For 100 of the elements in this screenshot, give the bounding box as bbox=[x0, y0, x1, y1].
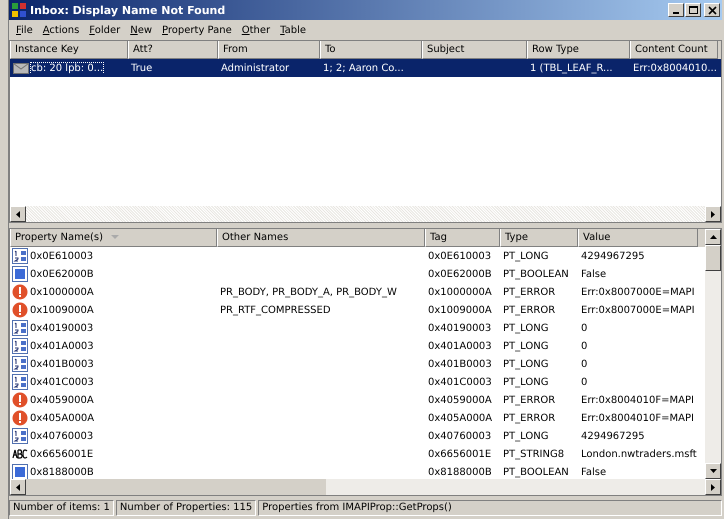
table-cell: False bbox=[581, 466, 606, 478]
right-arrow-icon[interactable] bbox=[711, 484, 715, 490]
table-cell: 0x4059000A bbox=[428, 394, 492, 406]
error-icon bbox=[12, 410, 28, 426]
status-text: Properties from IMAPIProp::GetProps() bbox=[258, 500, 722, 516]
maximize-button[interactable] bbox=[685, 3, 701, 17]
menu-item[interactable]: Other bbox=[236, 24, 276, 36]
app-icon bbox=[11, 2, 27, 18]
table-cell: 0x1000000A bbox=[30, 286, 94, 298]
table-cell: 0x401B0003 bbox=[30, 358, 94, 370]
table-cell: PT_LONG bbox=[503, 250, 548, 262]
table-cell: 0x8188000B bbox=[428, 466, 492, 478]
table-cell: PT_LONG bbox=[503, 430, 548, 442]
table-cell: 0 bbox=[581, 376, 588, 388]
error-icon bbox=[12, 284, 28, 300]
table-cell: PR_RTF_COMPRESSED bbox=[220, 304, 331, 316]
table-cell: 4294967295 bbox=[581, 250, 645, 262]
menu-item[interactable]: Actions bbox=[38, 24, 84, 36]
table-cell: PT_ERROR bbox=[503, 412, 556, 424]
table-cell: 0x1000000A bbox=[428, 286, 492, 298]
table-cell: 0x405A000A bbox=[30, 412, 94, 424]
square-icon bbox=[12, 464, 28, 479]
table-cell: 0x8188000B bbox=[30, 466, 94, 478]
table-cell: 1 (TBL_LEAF_R... bbox=[530, 62, 613, 74]
column-header[interactable]: Tag bbox=[425, 229, 500, 247]
message-row[interactable]: cb: 20 lpb: 0... True Administrator 1; 2; Aaron Co... 1 (TBL_LEAF_R... Err:0x8004010... bbox=[10, 59, 721, 77]
maximize-icon bbox=[688, 6, 698, 14]
table-cell: PR_BODY, PR_BODY_A, PR_BODY_W bbox=[220, 286, 397, 298]
table-cell: PT_ERROR bbox=[503, 286, 556, 298]
close-button[interactable] bbox=[704, 3, 720, 17]
table-cell: 0x401C0003 bbox=[428, 376, 492, 388]
close-icon bbox=[708, 6, 716, 14]
menu-item[interactable]: New bbox=[125, 24, 158, 36]
table-cell: 0x40190003 bbox=[30, 322, 94, 334]
table-cell: 0x401A0003 bbox=[428, 340, 492, 352]
number-icon bbox=[12, 428, 28, 444]
table-cell: 0x401C0003 bbox=[30, 376, 94, 388]
table-cell: PT_ERROR bbox=[503, 304, 556, 316]
menu-item[interactable]: Property Pane bbox=[157, 24, 237, 36]
up-arrow-icon[interactable] bbox=[710, 235, 716, 239]
minimize-icon bbox=[673, 12, 679, 14]
table-cell: PT_LONG bbox=[503, 322, 548, 334]
table-cell: 0x1009000A bbox=[30, 304, 94, 316]
table-cell: 0x0E62000B bbox=[30, 268, 94, 280]
table-cell: 0x6656001E bbox=[428, 448, 492, 460]
down-arrow-icon[interactable] bbox=[710, 469, 716, 473]
menu-item[interactable]: Folder bbox=[84, 24, 126, 36]
horizontal-scrollbar[interactable] bbox=[10, 479, 721, 495]
number-icon bbox=[12, 356, 28, 372]
table-cell: PT_BOOLEAN bbox=[503, 466, 569, 478]
error-icon bbox=[12, 392, 28, 408]
table-cell: PT_BOOLEAN bbox=[503, 268, 569, 280]
table-cell: Err:0x8004010... bbox=[633, 62, 717, 74]
menu-item[interactable]: Table bbox=[275, 24, 312, 36]
number-icon bbox=[12, 374, 28, 390]
table-cell: 0x401B0003 bbox=[428, 358, 492, 370]
left-arrow-icon[interactable] bbox=[16, 484, 20, 490]
right-arrow-icon[interactable] bbox=[711, 210, 715, 218]
table-cell: 0 bbox=[581, 322, 588, 334]
table-cell: 0x1009000A bbox=[428, 304, 492, 316]
sort-icon bbox=[111, 235, 120, 240]
number-icon bbox=[12, 248, 28, 264]
minimize-button[interactable] bbox=[668, 3, 684, 17]
error-icon bbox=[12, 302, 28, 318]
table-cell: True bbox=[131, 62, 152, 74]
table-cell: 0 bbox=[581, 340, 588, 352]
vertical-scrollbar[interactable] bbox=[705, 229, 721, 479]
square-icon bbox=[12, 266, 28, 282]
table-cell: False bbox=[581, 268, 606, 280]
table-cell: 0x401A0003 bbox=[30, 340, 94, 352]
table-cell: 0 bbox=[581, 358, 588, 370]
table-cell: 0x6656001E bbox=[30, 448, 94, 460]
table-cell: 0x405A000A bbox=[428, 412, 492, 424]
number-icon bbox=[12, 320, 28, 336]
table-cell: Err:0x8004010F=MAPI bbox=[581, 394, 694, 406]
table-cell: Err:0x8004010F=MAPI bbox=[581, 412, 694, 424]
column-header[interactable]: Type bbox=[500, 229, 578, 247]
table-cell: 0x4059000A bbox=[30, 394, 94, 406]
menu-item[interactable]: File bbox=[11, 24, 38, 36]
table-cell: Administrator bbox=[221, 62, 290, 74]
column-header[interactable]: Other Names bbox=[217, 229, 425, 247]
table-cell: 0x40760003 bbox=[30, 430, 94, 442]
scroll-thumb[interactable] bbox=[705, 245, 721, 271]
table-cell: 0x40760003 bbox=[428, 430, 492, 442]
table-cell: PT_LONG bbox=[503, 358, 548, 370]
table-cell: PT_ERROR bbox=[503, 394, 556, 406]
column-header[interactable]: Value bbox=[578, 229, 698, 247]
horizontal-scrollbar[interactable] bbox=[10, 206, 721, 222]
table-cell: 0x0E62000B bbox=[428, 268, 492, 280]
column-header[interactable]: Property Name(s) bbox=[10, 229, 217, 247]
table-cell: 0x40190003 bbox=[428, 322, 492, 334]
table-cell: 1; 2; Aaron Co... bbox=[323, 62, 404, 74]
table-cell: Err:0x8007000E=MAPI bbox=[581, 304, 695, 316]
status-text: Number of Properties: 115 bbox=[116, 500, 256, 516]
table-cell: cb: 20 lpb: 0... bbox=[31, 62, 104, 74]
left-arrow-icon[interactable] bbox=[16, 210, 20, 218]
window-title: Inbox: Display Name Not Found bbox=[30, 4, 226, 16]
status-text: Number of items: 1 bbox=[9, 500, 114, 516]
table-cell: PT_STRING8 bbox=[503, 448, 564, 460]
table-cell: PT_LONG bbox=[503, 340, 548, 352]
